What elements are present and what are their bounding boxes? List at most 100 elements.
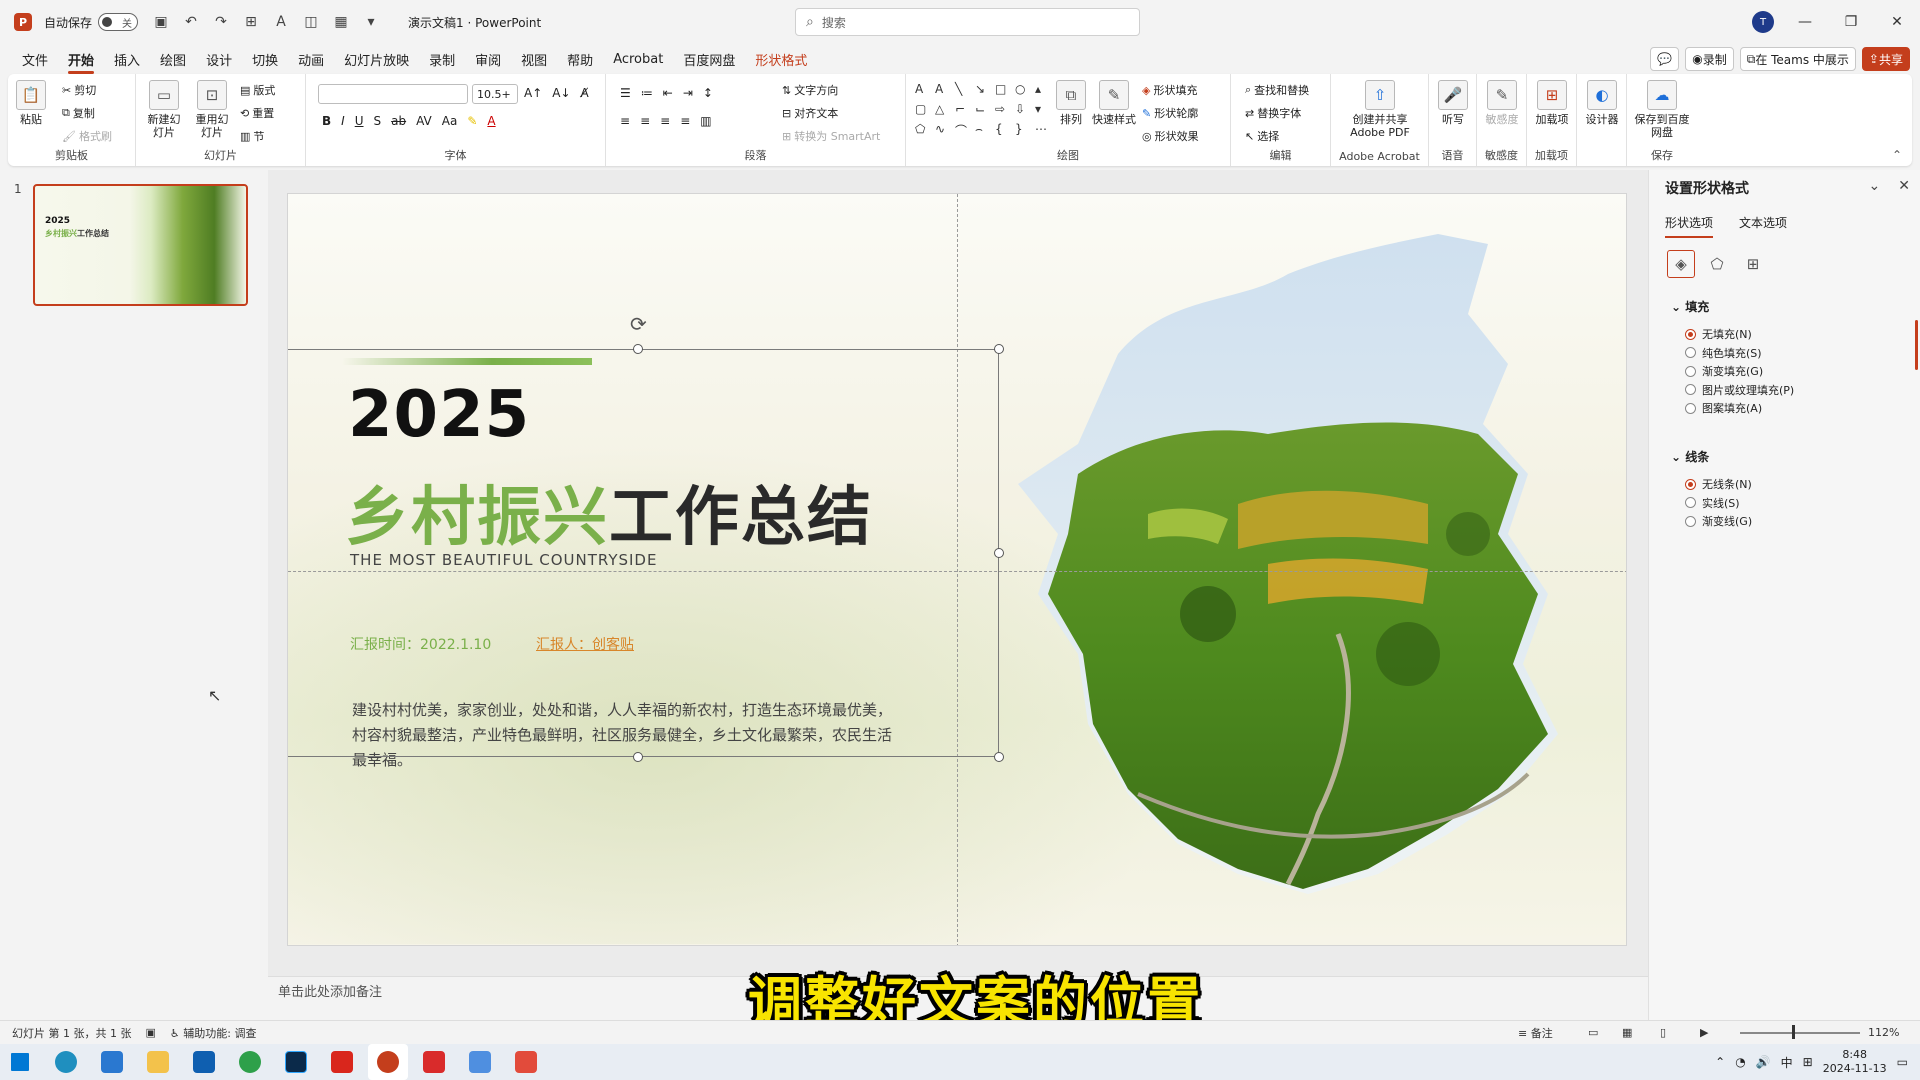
powerpoint-taskbar-icon[interactable] [368,1044,408,1080]
highlight-icon[interactable]: ✎ [467,114,477,128]
present-icon[interactable]: ⊞ [240,11,262,33]
arrow-line-shape-icon[interactable]: ↘ [975,82,993,100]
grow-font-icon[interactable]: A↑ [524,86,542,100]
numbering-icon[interactable]: ≔ [641,86,653,100]
tab-5[interactable]: 切换 [252,50,278,69]
record-button[interactable]: ◉ 录制 [1685,47,1734,71]
arrange-button[interactable]: ⧉ 排列 [1056,80,1086,126]
notifications-icon[interactable]: ▭ [1897,1055,1908,1069]
new-slide-button[interactable]: ▭ 新建幻灯片 [144,80,184,139]
text-box-shape-icon[interactable]: A [915,82,933,100]
font-size-select[interactable]: 10.5+ [472,84,518,104]
dictate-button[interactable]: 🎤 听写 [1437,80,1469,126]
change-case-icon[interactable]: Aa [442,114,458,128]
decrease-indent-icon[interactable]: ⇤ [663,86,673,100]
find-replace-button[interactable]: ⌕ 查找和替换 [1245,82,1309,98]
tab-14[interactable]: 形状格式 [755,50,807,69]
tab-1[interactable]: 开始 [68,50,95,74]
format-painter-button[interactable]: 🖌 格式刷 [62,128,112,144]
ime-indicator[interactable]: 中 [1781,1054,1793,1071]
tool-taskbar-icon[interactable] [460,1044,500,1080]
pane-close-icon[interactable]: ✕ [1898,178,1910,194]
line-shape-icon[interactable]: ╲ [955,82,973,100]
wps-taskbar-icon[interactable] [414,1044,454,1080]
store-taskbar-icon[interactable] [92,1044,132,1080]
text-direction-button[interactable]: ⇅ 文字方向 [782,82,838,98]
bold-icon[interactable]: B [322,114,331,128]
user-avatar[interactable]: T [1752,11,1774,33]
line-section-header[interactable]: ⌄ 线条 [1671,448,1709,465]
strikethrough-icon[interactable]: ab [391,114,406,128]
tab-11[interactable]: 帮助 [567,50,593,69]
triangle-shape-icon[interactable]: △ [935,102,953,120]
radio-button[interactable] [1685,365,1696,377]
underline-icon[interactable]: U [355,114,364,128]
cut-button[interactable]: ✂ 剪切 [62,82,96,98]
fill-option-3[interactable]: 图片或纹理填充(P) [1685,382,1794,398]
minimize-icon[interactable]: — [1782,0,1828,44]
fill-color-icon[interactable]: ▦ [330,11,352,33]
resize-handle-r[interactable] [994,548,1004,558]
gallery-up-icon[interactable]: ▴ [1035,82,1053,100]
elbow-shape-icon[interactable]: ⌐ [955,102,973,120]
tab-6[interactable]: 动画 [298,50,324,69]
radio-button[interactable] [1685,402,1696,414]
autosave-toggle[interactable]: 关 [98,13,139,31]
text-box-icon[interactable]: A [270,11,292,33]
line-option-1[interactable]: 实线(S) [1685,495,1740,511]
select-button[interactable]: ↖ 选择 [1245,128,1279,144]
share-button[interactable]: ⇪ 共享 [1861,47,1910,71]
right-arrow-shape-icon[interactable]: ⇨ [995,102,1013,120]
radio-button[interactable] [1685,384,1696,395]
reading-view-icon[interactable]: ▯ [1660,1026,1666,1039]
connector-shape-icon[interactable]: ⌙ [975,102,993,120]
restore-icon[interactable]: ❐ [1828,0,1874,44]
slide-canvas[interactable]: 2025 乡村振兴工作总结 THE MOST BEAUTIFUL COUNTRY… [287,193,1627,946]
gallery-down-icon[interactable]: ▾ [1035,102,1053,120]
designer-button[interactable]: ◐ 设计器 [1585,80,1619,126]
gallery-more-icon[interactable]: ⋯ [1035,122,1053,140]
line-option-0[interactable]: 无线条(N) [1685,476,1752,492]
shapes-gallery[interactable]: A A ╲ ↘ □ ○ ▴ ▢ △ ⌐ ⌙ ⇨ ⇩ ▾ ⬠ ∿ ⌒ ⌢{} ⋯ [915,82,1047,142]
shape-fill-button[interactable]: ◈ 形状填充 [1142,82,1197,98]
justify-icon[interactable]: ≡ [680,114,690,128]
redo-icon[interactable]: ↷ [210,11,232,33]
tab-4[interactable]: 设计 [206,50,232,69]
radio-button[interactable] [1685,347,1696,358]
volume-icon[interactable]: 🔊 [1756,1055,1771,1069]
zoom-slider[interactable] [1740,1032,1860,1034]
rect-shape-icon[interactable]: □ [995,82,1013,100]
resize-handle-t[interactable] [633,344,643,354]
resize-handle-b[interactable] [633,752,643,762]
radio-button[interactable] [1685,515,1696,527]
vertical-text-shape-icon[interactable]: A [935,82,953,100]
sorter-view-icon[interactable]: ▦ [1622,1026,1632,1039]
explorer-taskbar-icon[interactable] [138,1044,178,1080]
fill-line-icon[interactable]: ◈ [1667,250,1695,278]
section-button[interactable]: ▥ 节 [240,128,264,144]
tab-text-options[interactable]: 文本选项 [1739,214,1787,238]
align-center-icon[interactable]: ≡ [640,114,650,128]
rotate-handle-icon[interactable]: ⟳ [630,312,647,336]
zoom-level[interactable]: 112% [1868,1026,1899,1039]
char-spacing-icon[interactable]: AV [416,114,432,128]
oval-shape-icon[interactable]: ○ [1015,82,1033,100]
tab-0[interactable]: 文件 [22,50,48,69]
teams-button[interactable]: ⧉ 在 Teams 中展示 [1739,47,1856,71]
photoshop-taskbar-icon[interactable] [276,1044,316,1080]
radio-button[interactable] [1685,328,1696,340]
smartart-button[interactable]: ⊞ 转换为 SmartArt [782,128,880,144]
fill-option-1[interactable]: 纯色填充(S) [1685,345,1762,361]
slides-taskbar-icon[interactable] [506,1044,546,1080]
tab-10[interactable]: 视图 [521,50,547,69]
reuse-slides-button[interactable]: ⊡ 重用幻灯片 [192,80,232,139]
italic-icon[interactable]: I [341,114,345,128]
start-button[interactable] [0,1044,40,1080]
resize-handle-tr[interactable] [994,344,1004,354]
tab-12[interactable]: Acrobat [613,52,663,67]
create-pdf-button[interactable]: ⇧ 创建并共享 Adobe PDF [1339,80,1421,139]
clear-format-icon[interactable]: A̸ [581,86,589,100]
tab-8[interactable]: 录制 [429,50,455,69]
fill-section-header[interactable]: ⌄ 填充 [1671,298,1709,315]
columns-icon[interactable]: ▥ [700,114,711,128]
